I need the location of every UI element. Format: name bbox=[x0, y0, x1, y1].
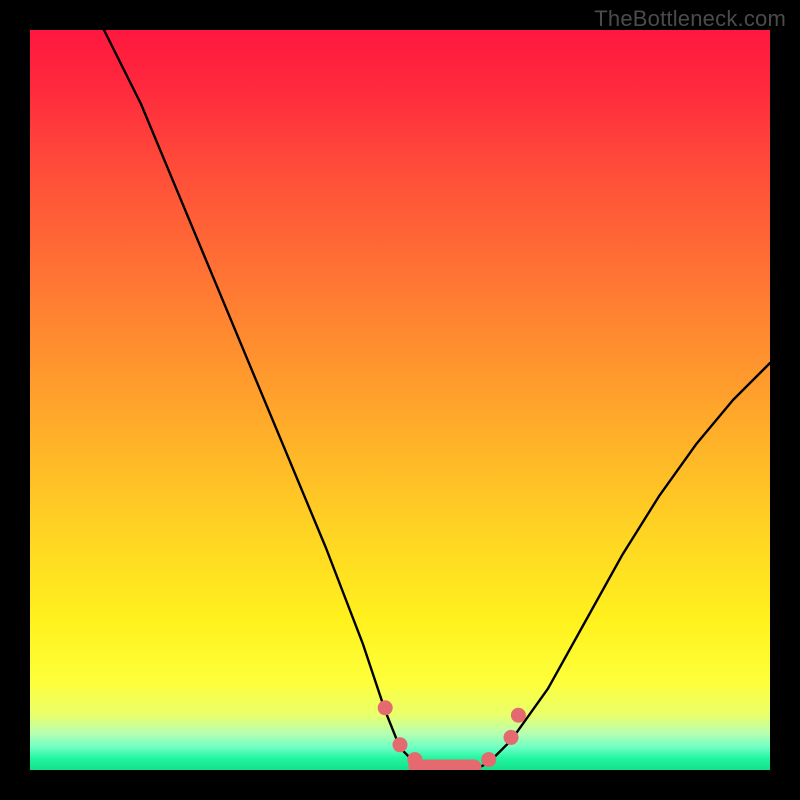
chart-frame: TheBottleneck.com bbox=[0, 0, 800, 800]
curve-svg bbox=[30, 30, 770, 770]
flat-dot-1 bbox=[407, 752, 422, 767]
right-mid-dot bbox=[481, 752, 496, 767]
right-upper-dot bbox=[504, 730, 519, 745]
left-upper-dot bbox=[378, 700, 393, 715]
watermark-label: TheBottleneck.com bbox=[594, 6, 786, 32]
left-mid-dot bbox=[393, 737, 408, 752]
plot-area bbox=[30, 30, 770, 770]
right-top-dot bbox=[511, 708, 526, 723]
bottleneck-curve bbox=[104, 30, 770, 770]
curve-markers bbox=[378, 700, 526, 770]
